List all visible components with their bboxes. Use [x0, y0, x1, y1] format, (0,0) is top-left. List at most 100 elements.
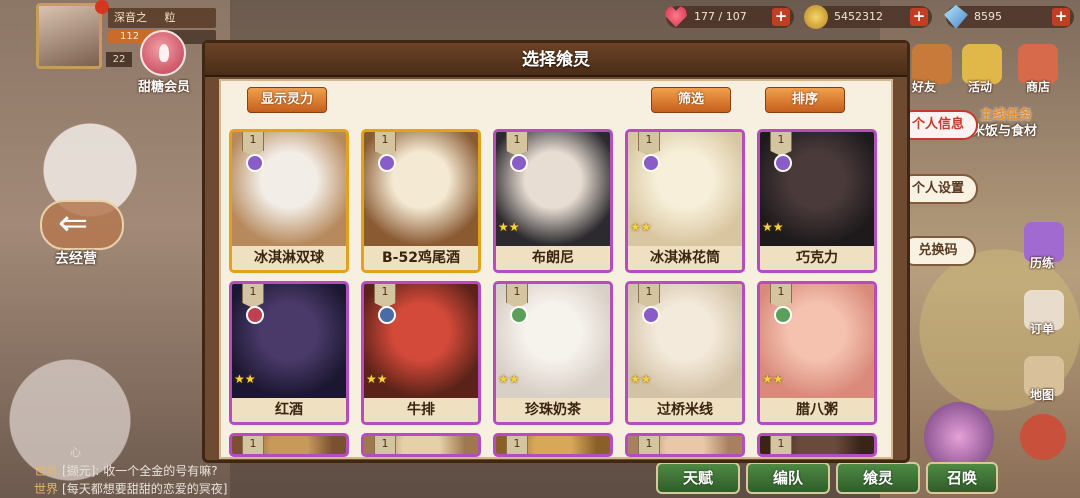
food-soul-type-icon [774, 306, 792, 324]
coin-icon [804, 5, 828, 29]
food-soul-name: 红酒 [232, 398, 346, 422]
food-soul-card[interactable]: 1 ★★ 巧克力 [757, 129, 877, 273]
rarity-stars: ★★ [630, 220, 652, 234]
food-soul-name: 珍珠奶茶 [496, 398, 610, 422]
food-soul-type-icon [510, 306, 528, 324]
rarity-stars: ★★ [234, 372, 256, 386]
select-food-soul-dialog: 选择飨灵 显示灵力 筛选 排序 1 冰淇淋双球 1 B-52鸡尾酒 1 ★★ 布朗尼 1 ★★ 冰… [202, 40, 910, 463]
redeem-code-button[interactable]: 兑换码 [900, 236, 976, 266]
food-soul-card[interactable]: 1 冰淇淋双球 [229, 129, 349, 273]
event-label: 活动 [968, 80, 993, 94]
rarity-stars: ★★ [762, 220, 784, 234]
player-level: 22 [106, 52, 132, 67]
card-level-flag: 1 [374, 284, 396, 308]
food-soul-button[interactable]: 飨灵 [836, 462, 920, 494]
friends-label: 好友 [912, 80, 937, 94]
show-power-button[interactable]: 显示灵力 [247, 87, 327, 113]
background-scene-left [0, 0, 230, 498]
chat-text: [每天都想要甜甜的恋爱的冥夜] [62, 482, 228, 496]
card-level-flag: 1 [770, 132, 792, 156]
card-level-flag: 1 [638, 436, 660, 454]
gem-value: 8595 [974, 10, 1002, 23]
food-soul-name: 过桥米线 [628, 398, 742, 422]
food-soul-card[interactable]: 1 ★★ 红酒 [229, 281, 349, 425]
settings-tools-icon[interactable] [1020, 414, 1066, 460]
food-soul-name: 布朗尼 [496, 246, 610, 270]
summon-button[interactable]: 召唤 [926, 462, 998, 494]
coin-resource: 5452312 + [804, 5, 932, 29]
exp-text: 112 [120, 31, 140, 42]
food-soul-card[interactable]: 1 [625, 433, 745, 457]
card-level-flag: 1 [770, 436, 792, 454]
food-soul-type-icon [510, 154, 528, 172]
food-soul-name: 牛排 [364, 398, 478, 422]
personal-info-button[interactable]: 个人信息 [898, 110, 978, 140]
rarity-stars: ★★ [630, 372, 652, 386]
food-soul-card[interactable]: 1 ★★ 牛排 [361, 281, 481, 425]
food-soul-type-icon [246, 154, 264, 172]
food-soul-card[interactable]: 1 ★★ 冰淇淋花筒 [625, 129, 745, 273]
sort-button[interactable]: 排序 [765, 87, 845, 113]
card-level-flag: 1 [638, 284, 660, 308]
player-name: 深音之 粒 [108, 8, 216, 28]
food-soul-type-icon [774, 154, 792, 172]
player-name-tail: 粒 [164, 11, 176, 24]
food-soul-name: 巧克力 [760, 246, 874, 270]
chat-message[interactable]: 世界 [撷元]: 收一个全金的号有嘛? [34, 462, 218, 479]
training-label: 历练 [1030, 256, 1055, 270]
food-soul-card[interactable]: 1 ★★ 珍珠奶茶 [493, 281, 613, 425]
orders-label: 订单 [1030, 322, 1055, 336]
food-soul-name: B-52鸡尾酒 [364, 246, 478, 270]
food-soul-grid: 1 冰淇淋双球 1 B-52鸡尾酒 1 ★★ 布朗尼 1 ★★ 冰淇淋花筒 1 ★★ 巧克力 1 ★★ 红酒 1… [229, 129, 889, 457]
food-soul-card[interactable]: 1 ★★ 布朗尼 [493, 129, 613, 273]
player-avatar[interactable] [36, 3, 102, 69]
add-stamina-button[interactable]: + [772, 8, 790, 26]
food-soul-name: 腊八粥 [760, 398, 874, 422]
team-button[interactable]: 编队 [746, 462, 830, 494]
vip-label: 甜糖会员 [138, 80, 191, 95]
food-soul-card[interactable]: 1 [361, 433, 481, 457]
back-to-business-button[interactable] [40, 200, 124, 250]
card-level-flag: 1 [506, 284, 528, 308]
add-coin-button[interactable]: + [910, 8, 928, 26]
card-level-flag: 1 [638, 132, 660, 156]
filter-button[interactable]: 筛选 [651, 87, 731, 113]
rarity-stars: ★★ [498, 220, 520, 234]
food-soul-card[interactable]: 1 [229, 433, 349, 457]
rarity-stars: ★★ [762, 372, 784, 386]
dialog-body: 显示灵力 筛选 排序 1 冰淇淋双球 1 B-52鸡尾酒 1 ★★ 布朗尼 1 ★★ 冰淇淋花筒 1… [219, 79, 893, 459]
card-level-flag: 1 [374, 436, 396, 454]
food-soul-name: 冰淇淋花筒 [628, 246, 742, 270]
chat-channel: 世界 [34, 482, 59, 496]
card-level-flag: 1 [242, 284, 264, 308]
food-soul-card[interactable]: 1 ★★ 过桥米线 [625, 281, 745, 425]
food-soul-card[interactable]: 1 [493, 433, 613, 457]
food-soul-type-icon [378, 306, 396, 324]
chat-tag: 心 [70, 446, 81, 459]
heart-icon [664, 6, 688, 28]
chat-text: [撷元]: 收一个全金的号有嘛? [62, 464, 218, 478]
card-level-flag: 1 [374, 132, 396, 156]
coin-value: 5452312 [834, 10, 883, 23]
chat-channel: 世界 [34, 464, 59, 478]
food-soul-type-icon [642, 306, 660, 324]
food-soul-card[interactable]: 1 ★★ 腊八粥 [757, 281, 877, 425]
food-soul-type-icon [642, 154, 660, 172]
card-level-flag: 1 [242, 132, 264, 156]
food-soul-type-icon [246, 306, 264, 324]
shop-label: 商店 [1026, 80, 1051, 94]
stamina-resource: 177 / 107 + [664, 6, 794, 28]
card-level-flag: 1 [242, 436, 264, 454]
add-gem-button[interactable]: + [1052, 8, 1070, 26]
gem-resource: 8595 + [944, 5, 1074, 29]
card-level-flag: 1 [506, 132, 528, 156]
food-soul-card[interactable]: 1 B-52鸡尾酒 [361, 129, 481, 273]
talent-button[interactable]: 天赋 [656, 462, 740, 494]
back-to-business-label: 去经营 [55, 251, 97, 267]
personal-settings-button[interactable]: 个人设置 [898, 174, 978, 204]
chat-message[interactable]: 世界 [每天都想要甜甜的恋爱的冥夜] [34, 480, 227, 497]
candy-vip-icon[interactable] [140, 30, 186, 76]
food-soul-card[interactable]: 1 [757, 433, 877, 457]
card-level-flag: 1 [770, 284, 792, 308]
food-soul-type-icon [378, 154, 396, 172]
